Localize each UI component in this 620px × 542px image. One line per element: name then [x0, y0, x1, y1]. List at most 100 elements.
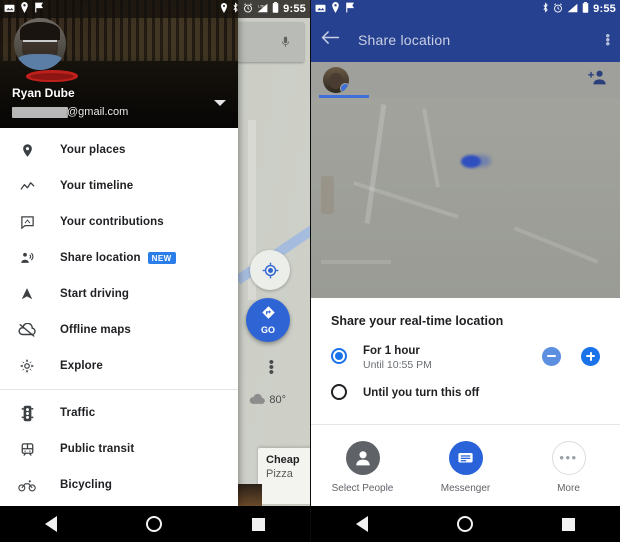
sidebar-item-share-location[interactable]: Share location NEW [0, 240, 238, 276]
back-triangle-icon[interactable] [355, 516, 368, 532]
avatar-shirt [16, 54, 64, 70]
place-photo [236, 484, 262, 506]
duration-stepper [542, 346, 600, 366]
more-vertical-icon[interactable]: • • • [605, 29, 610, 50]
microphone-icon[interactable] [279, 33, 292, 56]
option-text: Until you turn this off [363, 383, 479, 401]
option-label: Until you turn this off [363, 387, 480, 399]
plus-icon[interactable] [581, 346, 600, 366]
map-road [364, 104, 387, 224]
status-bar-right-icons: 9:55 [542, 2, 616, 16]
app-toolbar: Share location • • • [311, 18, 620, 62]
place-card-subtitle: Pizza [266, 468, 293, 480]
train-icon [14, 442, 40, 457]
sidebar-item-explore[interactable]: Explore [0, 348, 238, 384]
map-road [321, 260, 391, 264]
messenger-icon [448, 441, 483, 475]
account-email-domain: @gmail.com [67, 106, 129, 118]
share-target-more[interactable]: ••• More [517, 441, 620, 494]
share-target-select-people[interactable]: Select People [311, 441, 414, 494]
share-tabstrip [311, 62, 620, 98]
map-road [422, 108, 440, 188]
back-arrow-icon[interactable] [321, 30, 340, 50]
battery-icon [582, 2, 589, 16]
home-circle-icon[interactable] [456, 516, 473, 532]
sidebar-item-your-places[interactable]: Your places [0, 132, 238, 168]
screenshot-root: GO • • • 80° Cheap Pizza Ryan Dube @gmai… [0, 0, 620, 542]
bicycle-icon [14, 479, 40, 492]
avatar-glasses [23, 40, 57, 47]
more-dots: ••• [559, 450, 578, 465]
email-redaction-bar [12, 106, 68, 118]
share-target-label: Messenger [440, 483, 491, 494]
share-target-label: Select People [331, 483, 394, 494]
sidebar-item-label: Start driving [60, 288, 130, 300]
place-card[interactable]: Cheap Pizza [258, 448, 310, 504]
option-sublabel: Until 10:55 PM [363, 358, 432, 371]
avatar[interactable] [323, 67, 349, 93]
timeline-icon [14, 179, 40, 194]
sidebar-item-your-timeline[interactable]: Your timeline [0, 168, 238, 204]
status-bar-left-icons [4, 2, 45, 16]
plus-glyph [586, 351, 595, 361]
chevron-down-icon[interactable] [214, 100, 226, 106]
add-person-icon[interactable] [588, 69, 608, 91]
sidebar-item-public-transit[interactable]: Public transit [0, 431, 238, 467]
image-icon [315, 3, 326, 16]
drawer-header[interactable]: Ryan Dube @gmail.com [0, 0, 238, 128]
avatar-hair [20, 22, 60, 40]
navigation-diamond-icon [261, 305, 276, 325]
minus-glyph [547, 355, 556, 357]
sidebar-item-bicycling[interactable]: Bicycling [0, 467, 238, 503]
recents-square-icon[interactable] [252, 517, 266, 531]
go-button-label: GO [260, 325, 275, 335]
share-bottom-sheet: Share your real-time location For 1 hour… [311, 298, 620, 506]
sidebar-item-your-contributions[interactable]: Your contributions [0, 204, 238, 240]
avatar[interactable] [14, 18, 66, 70]
image-icon [4, 3, 15, 16]
blue-location-dot [461, 155, 481, 168]
go-button[interactable]: GO [246, 298, 290, 342]
place-card-title: Cheap [266, 454, 300, 466]
option-label: For 1 hour [363, 344, 420, 357]
bluetooth-icon [542, 2, 549, 16]
recents-square-icon[interactable] [562, 517, 576, 531]
my-location-icon[interactable] [250, 250, 290, 290]
back-triangle-icon[interactable] [44, 516, 57, 532]
signal-icon [567, 3, 578, 16]
navigation-drawer: Ryan Dube @gmail.com Your places Your ti… [0, 0, 238, 506]
home-circle-icon[interactable] [146, 516, 163, 532]
header-photo-canoe [25, 70, 79, 82]
option-until-turned-off[interactable]: Until you turn this off [311, 374, 620, 410]
svg-text:LTE: LTE [258, 4, 265, 8]
sidebar-item-offline-maps[interactable]: Offline maps [0, 312, 238, 348]
sidebar-item-label: Share location [60, 252, 141, 264]
sidebar-item-start-driving[interactable]: Start driving [0, 276, 238, 312]
option-for-1-hour[interactable]: For 1 hour Until 10:55 PM [311, 338, 620, 374]
sidebar-item-label: Your places [60, 144, 126, 156]
minus-icon[interactable] [542, 346, 561, 366]
status-bar-left-icons [315, 2, 356, 16]
sidebar-item-label: Explore [60, 360, 103, 372]
sidebar-item-traffic[interactable]: Traffic [0, 395, 238, 431]
map-preview[interactable] [311, 98, 620, 298]
radio-unselected[interactable] [331, 384, 347, 400]
map-road [513, 226, 599, 264]
location-badge [340, 83, 349, 93]
radio-selected[interactable] [331, 348, 347, 364]
android-navbar [0, 506, 310, 542]
weather-temperature: 80° [269, 394, 286, 406]
cloud-icon [249, 393, 266, 407]
share-target-messenger[interactable]: Messenger [414, 441, 517, 494]
sidebar-item-label: Your contributions [60, 216, 164, 228]
more-vertical-icon[interactable]: • • • [269, 355, 274, 380]
location-pin-icon [331, 2, 340, 16]
map-block [321, 176, 334, 214]
alarm-icon [553, 2, 563, 16]
right-screen: Share your real-time location For 1 hour… [310, 0, 620, 542]
radio-dot [335, 352, 343, 360]
flag-icon [34, 2, 45, 16]
battery-icon [272, 2, 279, 16]
weather-widget[interactable]: 80° [249, 393, 286, 407]
tab-indicator [319, 95, 369, 98]
